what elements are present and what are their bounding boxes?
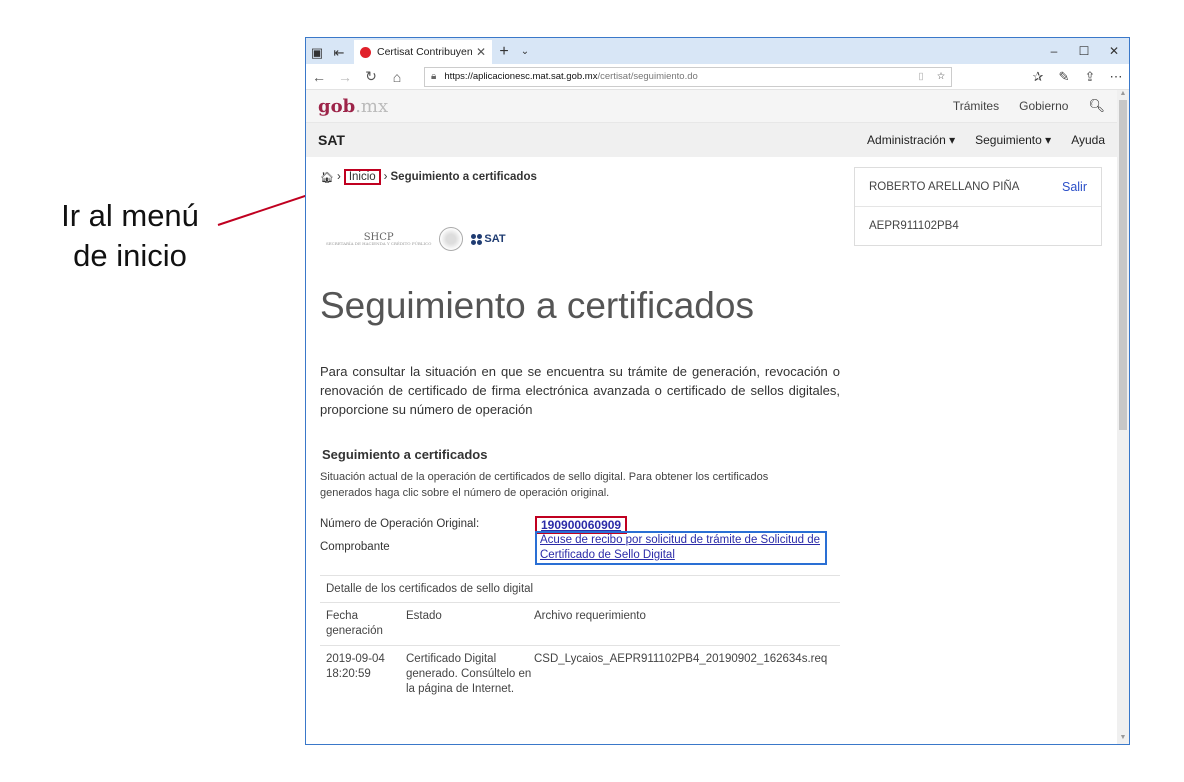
search-icon[interactable]: 🔍︎ xyxy=(1088,98,1105,114)
annotation-line-1: Ir al menú xyxy=(61,198,199,233)
tab-actions-icon[interactable]: ▣ xyxy=(306,42,328,64)
browser-window: ▣ ⇤ Certisat Contribuyente ✕ + ⌄ – ☐ ✕ ←… xyxy=(305,37,1130,745)
title-bar: ▣ ⇤ Certisat Contribuyente ✕ + ⌄ – ☐ ✕ xyxy=(306,38,1129,64)
back-icon[interactable]: ← xyxy=(306,69,332,85)
lock-icon: 🔒︎ xyxy=(431,71,437,82)
favorites-icon[interactable]: ✰ xyxy=(1025,69,1051,85)
url-host: https://aplicacionesc.mat.sat.gob.mx xyxy=(444,71,598,82)
user-panel: ROBERTO ARELLANO PIÑA Salir AEPR911102PB… xyxy=(854,167,1102,246)
gob-logo[interactable]: gob.mx xyxy=(318,96,388,117)
favorite-star-icon[interactable]: ☆ xyxy=(931,71,951,82)
user-rfc: AEPR911102PB4 xyxy=(869,220,959,232)
breadcrumb-inicio[interactable]: Inicio xyxy=(343,169,381,185)
toolbar-right: ✰ ✎ ⇪ ⋯ xyxy=(1025,69,1129,85)
institution-logos: SHCP SECRETARÍA DE HACIENDA Y CRÉDITO PÚB… xyxy=(326,227,506,251)
minimize-icon[interactable]: – xyxy=(1039,38,1069,64)
url-path: /certisat/seguimiento.do xyxy=(597,71,698,82)
user-rfc-row: AEPR911102PB4 xyxy=(855,207,1101,245)
close-tab-icon[interactable]: ✕ xyxy=(476,45,486,59)
intro-text: Para consultar la situación en que se en… xyxy=(320,364,840,417)
address-bar[interactable]: 🔒︎ https://aplicacionesc.mat.sat.gob.mx /… xyxy=(424,66,952,87)
header-archivo: Archivo requerimiento xyxy=(534,610,646,622)
header-fecha: Fecha generación xyxy=(326,610,383,637)
logout-link[interactable]: Salir xyxy=(1062,180,1087,194)
menu-administracion[interactable]: Administración ▾ xyxy=(867,133,955,147)
sat-title[interactable]: SAT xyxy=(318,132,345,148)
sat-logo: SAT xyxy=(471,233,506,245)
breadcrumb-separator: › xyxy=(336,171,341,183)
table-header-row: Fecha generación Estado Archivo requerim… xyxy=(320,603,840,646)
sat-header: SAT Administración ▾ Seguimiento ▾ Ayuda xyxy=(306,122,1117,157)
user-name-row: ROBERTO ARELLANO PIÑA Salir xyxy=(855,168,1101,207)
menu-ayuda[interactable]: Ayuda xyxy=(1071,133,1105,147)
tab-preview-chevron-icon[interactable]: ⌄ xyxy=(516,40,534,64)
navigation-bar: ← → ↻ ⌂ 🔒︎ https://aplicacionesc.mat.sat… xyxy=(306,64,1129,90)
browser-tab[interactable]: Certisat Contribuyente ✕ xyxy=(354,40,492,64)
acuse-link[interactable]: Acuse de recibo por solicitud de trámite… xyxy=(535,531,827,565)
gob-header: gob.mx Trámites Gobierno 🔍︎ xyxy=(306,90,1117,122)
annotation-line-2: de inicio xyxy=(73,238,187,273)
page-viewport: gob.mx Trámites Gobierno 🔍︎ SAT Administ… xyxy=(306,90,1117,744)
reading-view-icon[interactable]: ▯ xyxy=(911,71,931,82)
vertical-scrollbar[interactable]: ▲ ▼ xyxy=(1117,90,1129,744)
set-tabs-aside-icon[interactable]: ⇤ xyxy=(328,42,350,64)
page-title: Seguimiento a certificados xyxy=(320,285,754,326)
window-controls: – ☐ ✕ xyxy=(1039,38,1129,64)
share-icon[interactable]: ⇪ xyxy=(1077,69,1103,85)
header-estado: Estado xyxy=(406,610,442,622)
breadcrumb-separator: › xyxy=(383,171,388,183)
scroll-down-icon[interactable]: ▼ xyxy=(1117,734,1129,744)
gob-nav: Trámites Gobierno 🔍︎ xyxy=(953,98,1105,114)
maximize-icon[interactable]: ☐ xyxy=(1069,38,1099,64)
more-icon[interactable]: ⋯ xyxy=(1103,69,1129,85)
section-title: Seguimiento a certificados xyxy=(322,447,488,462)
shcp-logo: SHCP SECRETARÍA DE HACIENDA Y CRÉDITO PÚB… xyxy=(326,231,432,246)
new-tab-icon[interactable]: + xyxy=(492,40,516,64)
menu-seguimiento[interactable]: Seguimiento ▾ xyxy=(975,133,1051,147)
breadcrumb: 🏠︎ › Inicio › Seguimiento a certificados xyxy=(320,169,537,185)
sat-menu: Administración ▾ Seguimiento ▾ Ayuda xyxy=(867,133,1105,147)
refresh-icon[interactable]: ↻ xyxy=(358,68,384,85)
operation-label: Número de Operación Original: xyxy=(320,518,480,530)
table-row: 2019-09-04 18:20:59 Certificado Digital … xyxy=(320,646,840,703)
scroll-thumb[interactable] xyxy=(1119,100,1127,430)
national-seal-icon xyxy=(439,227,464,251)
favicon-icon xyxy=(360,46,371,58)
gob-link-tramites[interactable]: Trámites xyxy=(953,99,999,113)
home-icon[interactable]: ⌂ xyxy=(384,69,410,85)
cell-estado: Certificado Digital generado. Consúltelo… xyxy=(406,653,532,695)
home-icon[interactable]: 🏠︎ xyxy=(320,171,334,184)
notes-icon[interactable]: ✎ xyxy=(1051,69,1077,85)
comprobante-label: Comprobante xyxy=(320,541,390,553)
cell-archivo: CSD_Lycaios_AEPR911102PB4_20190902_16263… xyxy=(534,653,828,665)
user-name: ROBERTO ARELLANO PIÑA xyxy=(869,181,1020,193)
table-caption: Detalle de los certificados de sello dig… xyxy=(320,576,840,603)
breadcrumb-current: Seguimiento a certificados xyxy=(390,171,537,183)
scroll-up-icon[interactable]: ▲ xyxy=(1117,90,1129,100)
section-description: Situación actual de la operación de cert… xyxy=(320,471,769,499)
forward-icon[interactable]: → xyxy=(332,69,358,85)
cell-fecha: 2019-09-04 18:20:59 xyxy=(326,653,385,680)
certificates-table: Detalle de los certificados de sello dig… xyxy=(320,575,840,703)
close-window-icon[interactable]: ✕ xyxy=(1099,38,1129,64)
annotation-callout: Ir al menú de inicio xyxy=(40,196,220,276)
tab-title: Certisat Contribuyente xyxy=(377,46,472,58)
gob-link-gobierno[interactable]: Gobierno xyxy=(1019,99,1068,113)
